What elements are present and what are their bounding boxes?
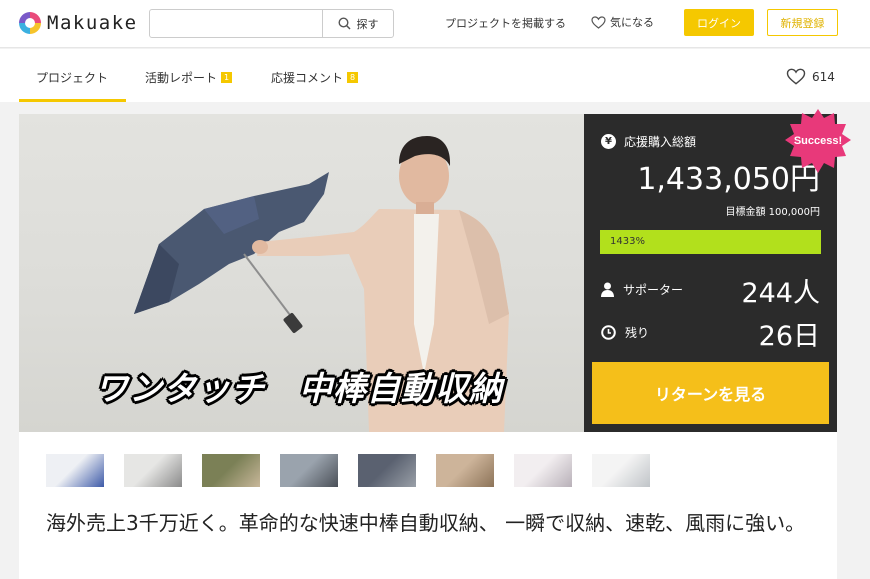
active-tab-indicator — [19, 99, 126, 102]
remaining-label: 残り — [625, 326, 650, 340]
thumb-6[interactable] — [436, 454, 494, 487]
tab-label: 活動レポート — [145, 71, 218, 85]
login-button[interactable]: ログイン — [684, 9, 754, 36]
heart-icon — [591, 15, 606, 29]
search-button-label: 探す — [356, 17, 379, 31]
makuake-logo-icon — [19, 12, 41, 34]
clock-icon — [601, 325, 616, 340]
site-header: Makuake 探す プロジェクトを掲載する 気になる ログイン 新規登録 — [0, 0, 870, 48]
supporters-label-row: サポーター — [601, 281, 683, 298]
total-label: 応援購入総額 — [624, 135, 697, 149]
remaining-label-row: 残り — [601, 324, 649, 341]
like-count: 614 — [812, 69, 835, 84]
view-returns-button[interactable]: リターンを見る — [592, 362, 829, 424]
thumb-4[interactable] — [280, 454, 338, 487]
supporters-label: サポーター — [623, 283, 684, 297]
total-label-row: ¥ 応援購入総額 — [601, 133, 696, 150]
tab-badge: 1 — [221, 72, 233, 83]
yen-icon: ¥ — [601, 134, 616, 149]
remaining-days: 26日 — [758, 321, 820, 352]
project-tabs: プロジェクト 活動レポート 1 応援コメント 8 614 — [0, 49, 870, 102]
thumb-5[interactable] — [358, 454, 416, 487]
favorites-link[interactable]: 気になる — [591, 14, 654, 30]
heart-icon — [786, 68, 806, 85]
post-project-link[interactable]: プロジェクトを掲載する — [445, 15, 566, 31]
success-badge: Success! — [785, 109, 851, 173]
progress-label: 1433% — [610, 236, 645, 247]
thumb-8[interactable] — [592, 454, 650, 487]
tab-project[interactable]: プロジェクト — [36, 69, 108, 86]
thumb-2[interactable] — [124, 454, 182, 487]
person-icon — [601, 282, 614, 297]
search-icon — [337, 17, 351, 30]
search-input[interactable] — [150, 10, 322, 37]
like-button[interactable]: 614 — [786, 68, 835, 85]
image-thumbnails — [46, 454, 670, 487]
tab-label: プロジェクト — [36, 71, 109, 85]
project-content: 海外売上3千万近く。革命的な快速中棒自動収納、 一瞬で収納、速乾、風雨に強い。 — [19, 432, 837, 579]
progress-bar: 1433% — [600, 230, 821, 254]
thumb-3[interactable] — [202, 454, 260, 487]
signup-button[interactable]: 新規登録 — [767, 9, 838, 36]
tab-support-comments[interactable]: 応援コメント 8 — [271, 69, 359, 86]
favorites-label: 気になる — [610, 16, 654, 29]
logo-text: Makuake — [47, 12, 138, 34]
tab-badge: 8 — [347, 72, 359, 83]
thumb-1[interactable] — [46, 454, 104, 487]
goal-amount: 目標金額 100,000円 — [725, 207, 820, 218]
hero-caption: ワンタッチ 中棒自動収納 — [95, 369, 503, 408]
search-button[interactable]: 探す — [322, 10, 393, 37]
tab-activity-report[interactable]: 活動レポート 1 — [145, 69, 233, 86]
thumb-7[interactable] — [514, 454, 572, 487]
success-badge-text: Success! — [794, 135, 842, 147]
project-main-image[interactable]: ワンタッチ 中棒自動収納 — [19, 114, 584, 432]
tab-label: 応援コメント — [271, 71, 344, 85]
project-headline: 海外売上3千万近く。革命的な快速中棒自動収納、 一瞬で収納、速乾、風雨に強い。 — [46, 511, 806, 535]
search-box: 探す — [149, 9, 394, 38]
logo[interactable]: Makuake — [19, 12, 138, 34]
supporters-count: 244人 — [741, 278, 820, 309]
